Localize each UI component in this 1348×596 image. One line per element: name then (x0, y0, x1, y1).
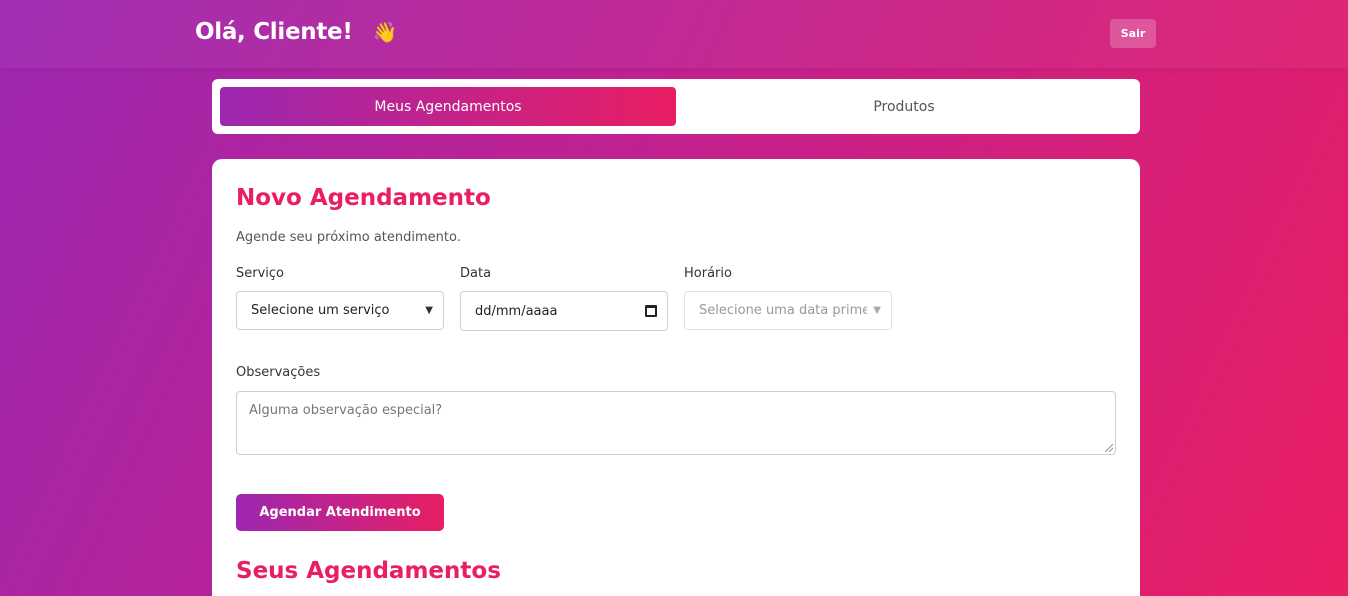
service-select[interactable]: Selecione um serviço ▼ (236, 291, 444, 330)
date-input-value: dd/mm/aaaa (475, 303, 558, 319)
service-label: Serviço (236, 266, 285, 281)
form-subtitle: Agende seu próximo atendimento. (236, 230, 461, 245)
greeting-text: Olá, Cliente! (195, 19, 353, 45)
date-label: Data (460, 266, 492, 281)
greeting: Olá, Cliente! 👋 (195, 19, 397, 45)
tab-meus-agendamentos[interactable]: Meus Agendamentos (220, 87, 676, 126)
service-select-value: Selecione um serviço (251, 303, 390, 318)
appointment-card: Novo Agendamento Agende seu próximo aten… (212, 159, 1140, 596)
resize-handle-icon[interactable] (1105, 444, 1113, 452)
tab-produtos[interactable]: Produtos (676, 87, 1132, 126)
date-input[interactable]: dd/mm/aaaa (460, 291, 668, 331)
time-select[interactable]: Selecione uma data primeiro ▼ (684, 291, 892, 330)
time-label: Horário (684, 266, 732, 281)
calendar-icon[interactable] (645, 305, 657, 317)
notes-label: Observações (236, 365, 321, 380)
form-title: Novo Agendamento (236, 185, 491, 211)
wave-hand-icon: 👋 (372, 20, 398, 44)
tab-bar: Meus Agendamentos Produtos (212, 79, 1140, 134)
notes-textarea[interactable]: Alguma observação especial? (236, 391, 1116, 455)
top-header: Olá, Cliente! 👋 Sair (0, 0, 1348, 68)
time-select-value: Selecione uma data primeiro (699, 303, 868, 318)
notes-placeholder: Alguma observação especial? (249, 403, 443, 418)
chevron-down-icon: ▼ (425, 305, 433, 316)
chevron-down-icon: ▼ (873, 305, 881, 316)
schedule-button[interactable]: Agendar Atendimento (236, 494, 444, 531)
appointments-title: Seus Agendamentos (236, 558, 501, 584)
logout-button[interactable]: Sair (1110, 19, 1156, 48)
